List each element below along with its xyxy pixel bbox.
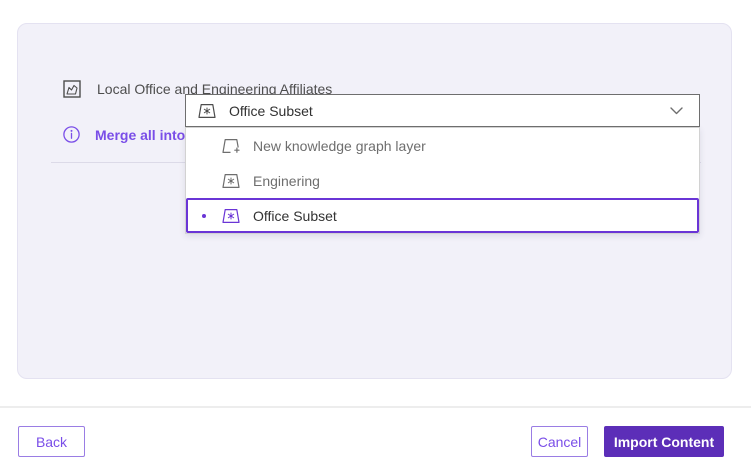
info-icon[interactable] [63,126,80,143]
back-button[interactable]: Back [18,426,85,457]
new-knowledge-graph-layer-icon [222,138,240,154]
dropdown-option-new-knowledge-graph-layer[interactable]: New knowledge graph layer [186,128,699,163]
dropdown-option-office-subset[interactable]: Office Subset [186,198,699,233]
merge-target-select[interactable]: Office Subset [185,94,700,127]
layer-sketch-icon [63,80,81,98]
chevron-down-icon [670,107,683,115]
import-content-button[interactable]: Import Content [604,426,724,457]
import-content-dialog: Local Office and Engineering Affiliates … [0,0,751,470]
knowledge-graph-layer-icon [198,103,216,119]
knowledge-graph-layer-icon [222,173,240,189]
dropdown-option-label: New knowledge graph layer [253,138,426,154]
merge-all-into-row: Merge all into [63,118,185,151]
cancel-button[interactable]: Cancel [531,426,588,457]
footer-divider [0,406,751,408]
dropdown-option-label: Office Subset [253,208,337,224]
merge-all-into-label: Merge all into [95,127,185,143]
merge-target-select-value: Office Subset [229,103,313,119]
dropdown-option-label: Enginering [253,173,320,189]
knowledge-graph-layer-icon [222,208,240,224]
dropdown-option-enginering[interactable]: Enginering [186,163,699,198]
selected-option-indicator [202,214,206,218]
merge-target-dropdown: New knowledge graph layer Enginering [185,127,700,234]
